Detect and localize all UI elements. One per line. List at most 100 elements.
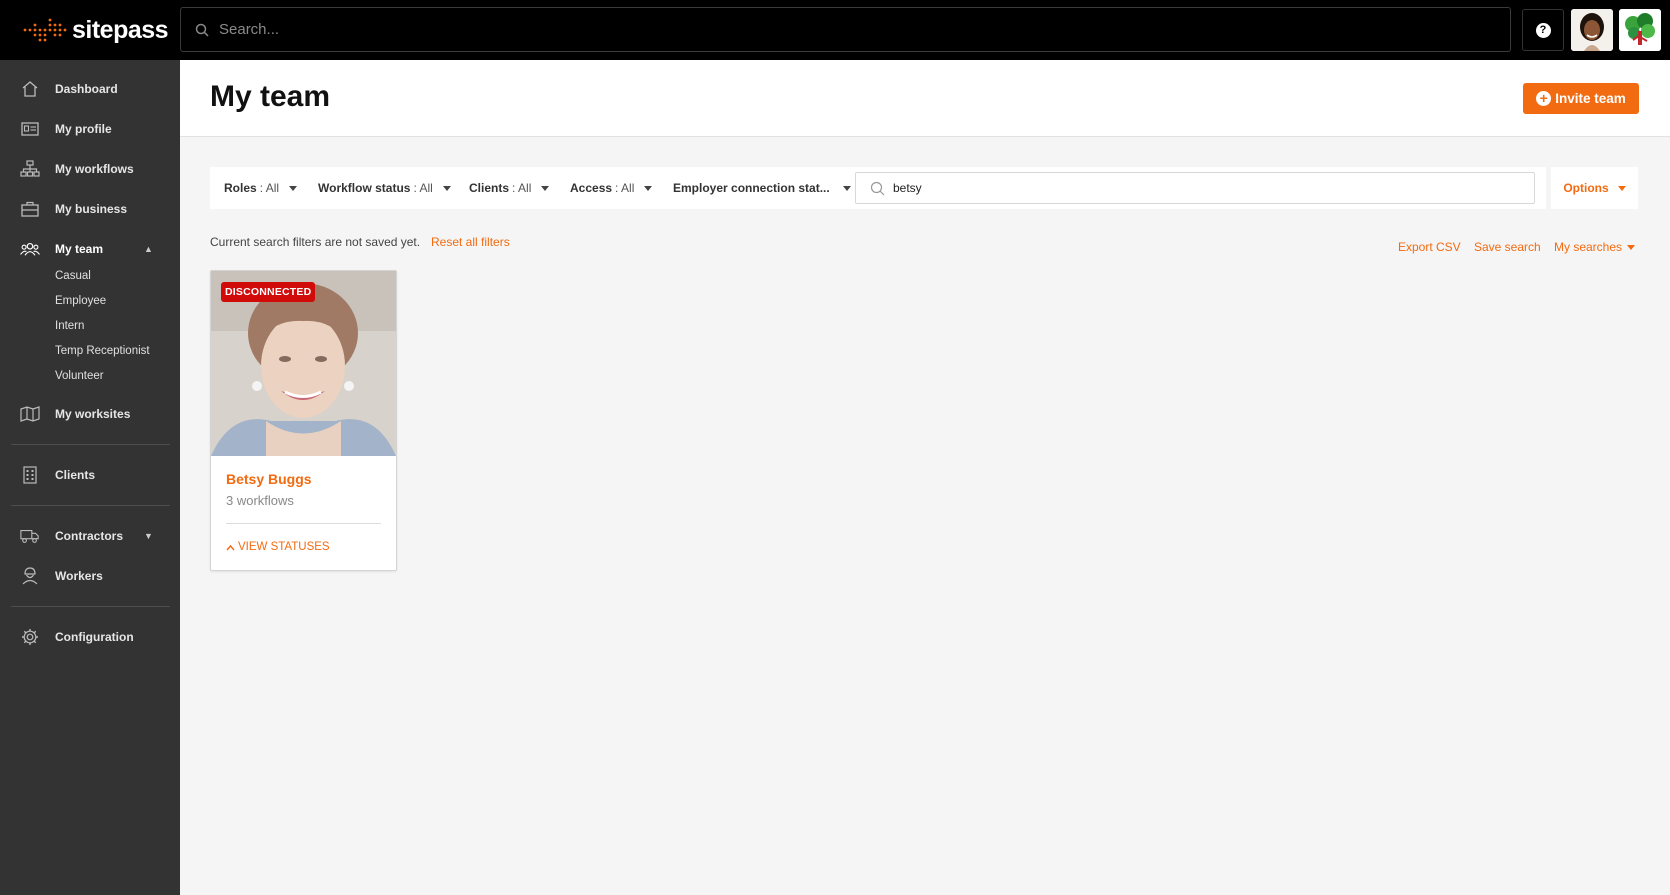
filter-label: Workflow status xyxy=(318,181,411,195)
sidebar-item-configuration[interactable]: Configuration xyxy=(0,619,180,655)
help-button[interactable]: ? xyxy=(1522,9,1564,51)
user-avatar xyxy=(1571,9,1613,51)
sidebar-item-label: My team xyxy=(55,242,104,256)
page-header: My team + Invite team xyxy=(180,60,1670,137)
filter-employer-connection-status[interactable]: Employer connection stat... xyxy=(673,167,851,209)
sidebar-item-label: My profile xyxy=(55,122,112,136)
chevron-up-icon xyxy=(226,544,235,550)
sidebar-item-my-workflows[interactable]: My workflows xyxy=(0,151,180,187)
caret-down-icon xyxy=(842,185,851,191)
sidebar-item-my-team[interactable]: My team ▲ xyxy=(0,231,180,267)
caret-down-icon xyxy=(644,185,653,191)
top-bar: sitepass ? xyxy=(0,0,1670,60)
chevron-down-icon[interactable]: ▼ xyxy=(144,531,153,541)
page-title: My team xyxy=(210,80,331,113)
id-card-icon xyxy=(20,119,40,139)
sidebar-item-workers[interactable]: Workers xyxy=(0,558,180,594)
sidebar-subitem-temp-receptionist[interactable]: Temp Receptionist xyxy=(55,345,150,357)
status-badge: DISCONNECTED xyxy=(221,282,316,302)
my-searches-dropdown[interactable]: My searches xyxy=(1554,240,1636,254)
logo-mark-icon xyxy=(23,18,67,42)
filter-label: Clients xyxy=(469,181,510,195)
global-search-input[interactable] xyxy=(219,21,1419,38)
sidebar: Dashboard My profile My workflows My bus… xyxy=(0,60,180,895)
sidebar-item-clients[interactable]: Clients xyxy=(0,457,180,493)
filter-label: Roles xyxy=(224,181,257,195)
sidebar-subitem-employee[interactable]: Employee xyxy=(55,295,106,307)
filter-value: : All xyxy=(512,181,532,195)
team-member-card[interactable]: DISCONNECTED Betsy Buggs 3 workflows VIE… xyxy=(210,270,397,571)
filter-value: : All xyxy=(413,181,433,195)
sidebar-item-my-worksites[interactable]: My worksites xyxy=(0,396,180,432)
sidebar-item-label: My business xyxy=(55,202,128,216)
view-statuses-toggle[interactable]: VIEW STATUSES xyxy=(226,541,330,553)
building-icon xyxy=(20,465,40,485)
save-search-link[interactable]: Save search xyxy=(1474,240,1541,254)
user-avatar-button[interactable] xyxy=(1571,9,1613,51)
team-search-input[interactable] xyxy=(893,181,1513,195)
sitepass-logo[interactable]: sitepass xyxy=(22,14,169,46)
filter-workflow-status[interactable]: Workflow status : All xyxy=(318,167,451,209)
tree-logo-icon xyxy=(1619,9,1661,51)
view-statuses-label: VIEW STATUSES xyxy=(238,541,330,553)
sidebar-item-label: Contractors xyxy=(55,529,124,543)
sidebar-subitem-casual[interactable]: Casual xyxy=(55,270,91,282)
sidebar-item-dashboard[interactable]: Dashboard xyxy=(0,71,180,107)
options-dropdown[interactable]: Options xyxy=(1551,167,1638,209)
sidebar-item-my-profile[interactable]: My profile xyxy=(0,111,180,147)
plus-circle-icon: + xyxy=(1536,91,1552,106)
sidebar-item-label: My workflows xyxy=(55,162,134,176)
team-search[interactable] xyxy=(855,172,1535,204)
company-logo-button[interactable] xyxy=(1619,9,1661,51)
home-icon xyxy=(20,79,40,99)
filter-roles[interactable]: Roles : All xyxy=(224,167,298,209)
caret-down-icon xyxy=(289,185,298,191)
help-icon: ? xyxy=(1535,22,1551,38)
filter-label: Access xyxy=(570,181,613,195)
caret-down-icon xyxy=(442,185,451,191)
truck-icon xyxy=(20,526,40,546)
options-label: Options xyxy=(1563,181,1609,195)
invite-team-label: Invite team xyxy=(1555,91,1626,106)
filter-value: : All xyxy=(615,181,635,195)
my-searches-label: My searches xyxy=(1554,240,1623,254)
chevron-up-icon[interactable]: ▲ xyxy=(144,244,153,254)
sidebar-item-my-business[interactable]: My business xyxy=(0,191,180,227)
sidebar-subitem-intern[interactable]: Intern xyxy=(55,320,84,332)
caret-down-icon xyxy=(1617,185,1626,191)
global-search[interactable] xyxy=(180,7,1511,52)
search-icon xyxy=(870,181,885,195)
member-name-link[interactable]: Betsy Buggs xyxy=(226,471,312,487)
search-icon xyxy=(195,23,209,37)
sidebar-item-label: My worksites xyxy=(55,407,131,421)
sidebar-item-label: Configuration xyxy=(55,630,134,644)
filter-bar: Roles : All Workflow status : All Client… xyxy=(210,167,1546,209)
card-divider xyxy=(226,523,381,524)
invite-team-button[interactable]: + Invite team xyxy=(1523,83,1639,114)
filter-access[interactable]: Access : All xyxy=(570,167,653,209)
caret-down-icon xyxy=(1627,244,1636,250)
sidebar-divider xyxy=(11,505,170,506)
member-photo[interactable]: DISCONNECTED xyxy=(211,271,396,456)
caret-down-icon xyxy=(541,185,550,191)
unsaved-filters-note: Current search filters are not saved yet… xyxy=(210,235,421,249)
filter-value: : All xyxy=(259,181,280,195)
export-csv-label: Export CSV xyxy=(1398,240,1461,254)
gear-icon xyxy=(20,627,40,647)
filter-clients[interactable]: Clients : All xyxy=(469,167,550,209)
member-workflow-count: 3 workflows xyxy=(226,493,294,508)
briefcase-icon xyxy=(20,199,40,219)
workflow-icon xyxy=(20,159,40,179)
export-csv-link[interactable]: Export CSV xyxy=(1398,240,1461,254)
sidebar-item-contractors[interactable]: Contractors ▼ xyxy=(0,518,180,554)
team-icon xyxy=(20,239,40,259)
worker-icon xyxy=(20,566,40,586)
sidebar-item-label: Workers xyxy=(55,569,103,583)
brand-name: sitepass xyxy=(72,15,169,44)
reset-filters-link[interactable]: Reset all filters xyxy=(431,235,510,249)
sidebar-subitem-volunteer[interactable]: Volunteer xyxy=(55,370,104,382)
filter-label: Employer connection stat... xyxy=(673,181,830,195)
map-icon xyxy=(20,404,40,424)
sidebar-item-label: Dashboard xyxy=(55,82,118,96)
sidebar-divider xyxy=(11,444,170,445)
